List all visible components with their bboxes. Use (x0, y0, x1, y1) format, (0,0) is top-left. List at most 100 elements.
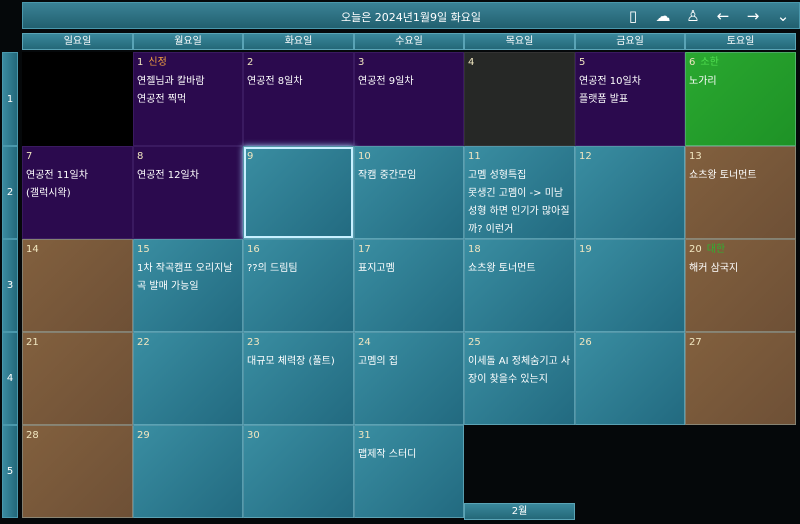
day-cell[interactable]: 26 (575, 332, 685, 425)
event-item[interactable]: 연젤님과 칼바람 (137, 73, 239, 91)
day-number: 9 (247, 151, 254, 162)
day-number: 26 (579, 337, 592, 348)
day-number: 30 (247, 430, 260, 441)
day-cell[interactable]: 23 대규모 체력장 (풀트) (243, 332, 354, 425)
week-number[interactable]: 2 (2, 146, 18, 239)
weekday-header: 토요일 (685, 33, 796, 50)
day-number: 1 (137, 57, 144, 68)
user-icon[interactable]: ♙ (683, 6, 703, 26)
event-item[interactable]: 해커 삼국지 (689, 260, 792, 278)
day-cell[interactable]: 1 신정연젤님과 칼바람 연공전 찍먹 (133, 52, 243, 146)
event-item[interactable]: 1차 작곡캠프 오리지날 곡 발매 가능일 (137, 260, 239, 296)
day-cell[interactable]: 14 (22, 239, 133, 332)
week-number[interactable]: 4 (2, 332, 18, 425)
day-number: 19 (579, 244, 592, 255)
day-cell[interactable]: 29 (133, 425, 243, 518)
event-item[interactable]: ??의 드림팀 (247, 260, 350, 278)
day-cell[interactable]: 13 쇼츠왕 토너먼트 (685, 146, 796, 239)
day-cell[interactable]: 21 (22, 332, 133, 425)
day-number: 2 (247, 57, 254, 68)
day-cell[interactable] (22, 52, 133, 146)
day-cell[interactable]: 18 쇼츠왕 토너먼트 (464, 239, 575, 332)
event-item[interactable]: 대규모 체력장 (풀트) (247, 353, 350, 371)
day-cell[interactable]: 3 연공전 9일차 (354, 52, 464, 146)
day-cell[interactable]: 31 맵제작 스터디 (354, 425, 464, 518)
event-item[interactable]: 연공전 9일차 (358, 73, 460, 91)
weekday-header: 화요일 (243, 33, 354, 50)
weekday-header: 월요일 (133, 33, 243, 50)
day-number: 18 (468, 244, 481, 255)
day-number: 21 (26, 337, 39, 348)
event-item[interactable]: 작캠 중간모임 (358, 167, 460, 185)
holiday-label: 소한 (700, 57, 719, 68)
day-cell[interactable]: 12 (575, 146, 685, 239)
day-number: 4 (468, 57, 475, 68)
day-cell[interactable]: 10 작캠 중간모임 (354, 146, 464, 239)
day-number: 27 (689, 337, 702, 348)
event-item[interactable]: 고멤의 집 (358, 353, 460, 371)
day-number: 7 (26, 151, 33, 162)
day-cell[interactable]: 28 (22, 425, 133, 518)
event-item[interactable]: 맵제작 스터디 (358, 446, 460, 464)
day-number: 29 (137, 430, 150, 441)
cloud-check-icon[interactable]: ☁ (653, 6, 673, 26)
event-item[interactable]: 못생긴 고멤이 -> 미남성형 하면 인기가 많아질까? 이런거 (468, 185, 571, 238)
day-cell[interactable]: 8 연공전 12일차 (133, 146, 243, 239)
day-cell[interactable]: 17 표지고멤 (354, 239, 464, 332)
event-item[interactable]: 이세돌 AI 정체숨기고 사장이 찾을수 있는지 (468, 353, 571, 389)
event-item[interactable]: 고멤 성형특집 (468, 167, 571, 185)
day-cell[interactable]: 9 (243, 146, 354, 239)
day-cell[interactable]: 2 연공전 8일차 (243, 52, 354, 146)
day-number: 8 (137, 151, 144, 162)
day-cell[interactable]: 25 이세돌 AI 정체숨기고 사장이 찾을수 있는지 (464, 332, 575, 425)
day-number: 3 (358, 57, 365, 68)
day-cell[interactable]: 30 (243, 425, 354, 518)
day-cell[interactable]: 6 소한 노가리 (685, 52, 796, 146)
day-number: 20 (689, 244, 702, 255)
weekday-header: 목요일 (464, 33, 575, 50)
holiday-label: 신정 (148, 57, 167, 68)
event-item[interactable]: 쇼츠왕 토너먼트 (468, 260, 571, 278)
event-item[interactable]: 연공전 12일차 (137, 167, 239, 185)
day-cell[interactable]: 5 연공전 10일차 플랫폼 발표 (575, 52, 685, 146)
next-month-button[interactable]: 2월 (464, 503, 575, 520)
event-item[interactable]: 연공전 10일차 (579, 73, 681, 91)
event-item[interactable]: 연공전 찍먹 (137, 91, 239, 109)
title-bar: 오늘은 2024년1월9일 화요일 ▯ ☁ ♙ ← → ⌄ (22, 2, 800, 29)
week-number[interactable]: 1 (2, 52, 18, 146)
day-cell[interactable]: 22 (133, 332, 243, 425)
event-item[interactable]: 연공전 11일차 (26, 167, 129, 185)
arrow-left-icon[interactable]: ← (713, 6, 733, 26)
event-item[interactable]: 연공전 8일차 (247, 73, 350, 91)
day-cell[interactable]: 16 ??의 드림팀 (243, 239, 354, 332)
day-number: 11 (468, 151, 481, 162)
event-item[interactable]: 쇼츠왕 토너먼트 (689, 167, 792, 185)
day-cell[interactable]: 24 고멤의 집 (354, 332, 464, 425)
day-number: 5 (579, 57, 586, 68)
week-number[interactable]: 5 (2, 425, 18, 518)
chevron-down-icon[interactable]: ⌄ (773, 6, 793, 26)
weekday-header: 금요일 (575, 33, 685, 50)
day-number: 16 (247, 244, 260, 255)
day-number: 10 (358, 151, 371, 162)
event-item[interactable]: (갤럭시왁) (26, 185, 129, 203)
day-number: 14 (26, 244, 39, 255)
day-cell[interactable]: 27 (685, 332, 796, 425)
day-cell[interactable]: 20 대한 해커 삼국지 (685, 239, 796, 332)
day-number: 23 (247, 337, 260, 348)
day-number: 24 (358, 337, 371, 348)
day-cell[interactable]: 7 연공전 11일차 (갤럭시왁) (22, 146, 133, 239)
day-number: 28 (26, 430, 39, 441)
event-item[interactable]: 플랫폼 발표 (579, 91, 681, 109)
day-number: 12 (579, 151, 592, 162)
day-cell[interactable]: 15 1차 작곡캠프 오리지날 곡 발매 가능일 (133, 239, 243, 332)
week-number[interactable]: 3 (2, 239, 18, 332)
day-cell[interactable]: 4 (464, 52, 575, 146)
day-cell[interactable]: 19 (575, 239, 685, 332)
event-item[interactable]: 노가리 (689, 73, 792, 91)
phone-icon[interactable]: ▯ (623, 6, 643, 26)
event-item[interactable]: 표지고멤 (358, 260, 460, 278)
toolbar-icons: ▯ ☁ ♙ ← → ⌄ (623, 6, 793, 26)
arrow-right-icon[interactable]: → (743, 6, 763, 26)
day-cell[interactable]: 11 고멤 성형특집 못생긴 고멤이 -> 미남성형 하면 인기가 많아질까? 이런… (464, 146, 575, 239)
